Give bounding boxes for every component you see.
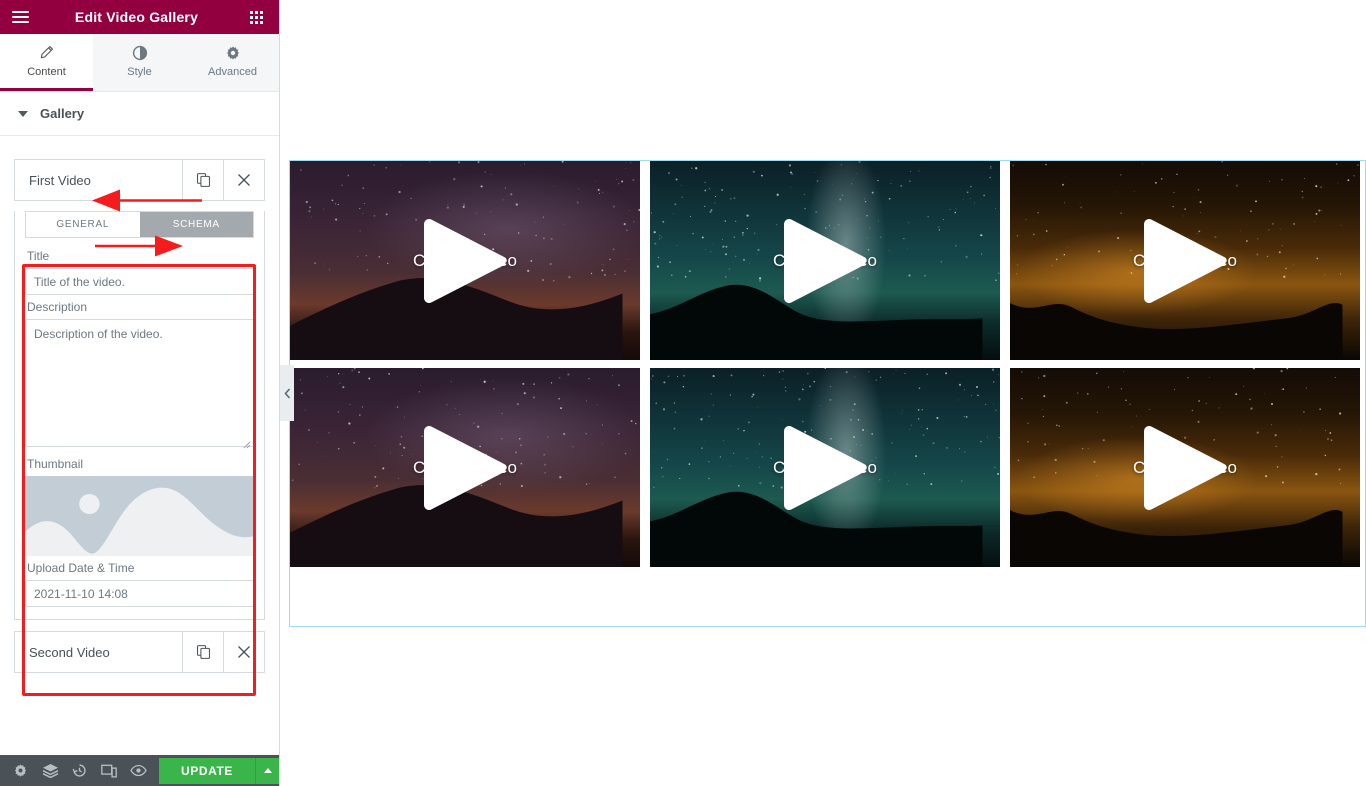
close-icon — [238, 174, 250, 186]
duplicate-icon — [196, 645, 210, 659]
caret-down-icon — [18, 110, 28, 117]
panel-footer: UPDATE — [0, 755, 279, 786]
subtab-schema-label: SCHEMA — [172, 219, 220, 230]
video-gallery-grid: Choose videoChoose videoChoose videoChoo… — [290, 161, 1366, 567]
video-thumbnail[interactable]: Choose video — [290, 368, 640, 567]
update-button-group: UPDATE — [158, 757, 279, 784]
remove-item-button[interactable] — [223, 160, 264, 200]
page-title: Edit Video Gallery — [74, 9, 199, 25]
tab-advanced-label: Advanced — [208, 66, 257, 78]
contrast-icon — [132, 44, 148, 61]
apps-grid-icon — [249, 10, 263, 24]
editor-panel: Edit Video Gallery Content Style Advance… — [0, 0, 280, 786]
apps-grid-button[interactable] — [233, 10, 279, 24]
hamburger-menu-button[interactable] — [0, 8, 40, 26]
elementor-editor-screen: Choose videoChoose videoChoose videoChoo… — [0, 0, 1366, 786]
play-icon[interactable] — [783, 218, 867, 304]
update-button[interactable]: UPDATE — [158, 757, 255, 784]
play-icon[interactable] — [1143, 218, 1227, 304]
navigator-layers-icon — [42, 763, 58, 778]
duplicate-item-button[interactable] — [182, 632, 223, 672]
panel-header: Edit Video Gallery — [0, 0, 279, 34]
settings-gear-icon — [15, 764, 27, 777]
tab-content-label: Content — [27, 66, 66, 78]
update-button-label: UPDATE — [180, 763, 233, 778]
image-placeholder-icon — [25, 476, 254, 556]
repeater-item-second-video[interactable]: Second Video — [14, 631, 265, 673]
remove-item-button[interactable] — [223, 632, 264, 672]
settings-gear-button[interactable] — [6, 755, 35, 786]
caret-up-icon — [263, 768, 272, 773]
section-gallery-header[interactable]: Gallery — [0, 92, 279, 136]
history-clock-icon — [72, 764, 86, 777]
duplicate-icon — [196, 173, 210, 187]
video-thumbnail[interactable]: Choose video — [290, 161, 640, 360]
section-gallery-label: Gallery — [40, 106, 85, 121]
video-thumbnail[interactable]: Choose video — [1010, 161, 1360, 360]
play-icon[interactable] — [423, 425, 507, 511]
description-wrapper: Description of the video. — [25, 319, 254, 452]
tab-advanced[interactable]: Advanced — [186, 34, 279, 91]
title-field-label: Title — [27, 249, 50, 263]
duplicate-item-button[interactable] — [182, 160, 223, 200]
panel-collapse-handle[interactable] — [280, 365, 294, 421]
close-icon — [238, 646, 250, 658]
gear-icon — [225, 44, 241, 61]
tab-style[interactable]: Style — [93, 34, 186, 91]
preview-canvas: Choose videoChoose videoChoose videoChoo… — [280, 0, 1366, 786]
tab-style-label: Style — [127, 66, 152, 78]
repeater-item-editor: GENERAL SCHEMA Title Description Descrip… — [14, 211, 265, 620]
chevron-left-icon — [283, 387, 290, 399]
tab-content[interactable]: Content — [0, 34, 93, 91]
repeater-item-title[interactable]: First Video — [15, 160, 182, 200]
play-icon[interactable] — [1143, 425, 1227, 511]
play-icon[interactable] — [783, 425, 867, 511]
responsive-mode-icon — [101, 764, 117, 778]
preview-button[interactable] — [124, 755, 153, 786]
panel-body: First Video GENERAL SCHEMA Title Title o… — [0, 136, 279, 755]
video-gallery-widget[interactable]: Choose videoChoose videoChoose videoChoo… — [289, 160, 1366, 627]
repeater-item-title[interactable]: Second Video — [15, 632, 182, 672]
update-options-button[interactable] — [255, 757, 279, 784]
thumbnail-placeholder[interactable] — [25, 476, 254, 556]
description-field-label: Description — [27, 300, 88, 314]
subtab-general-label: GENERAL — [56, 219, 110, 230]
hamburger-menu-icon — [11, 8, 29, 26]
history-button[interactable] — [65, 755, 94, 786]
upload-datetime-field-label: Upload Date & Time — [27, 561, 135, 575]
video-thumbnail[interactable]: Choose video — [650, 368, 1000, 567]
play-icon[interactable] — [423, 218, 507, 304]
preview-eye-icon — [129, 764, 147, 777]
description-textarea[interactable]: Description of the video. — [25, 319, 254, 447]
subtab-general[interactable]: GENERAL — [26, 212, 140, 237]
thumbnail-field-label: Thumbnail — [27, 457, 84, 471]
video-thumbnail[interactable]: Choose video — [650, 161, 1000, 360]
subtab-schema[interactable]: SCHEMA — [139, 212, 253, 237]
pencil-icon — [39, 44, 54, 61]
panel-tabs: Content Style Advanced — [0, 34, 279, 92]
responsive-mode-button[interactable] — [94, 755, 123, 786]
title-input[interactable] — [25, 268, 254, 295]
video-thumbnail[interactable]: Choose video — [1010, 368, 1360, 567]
repeater-item-first-video[interactable]: First Video — [14, 159, 265, 201]
schema-fields-group: Title Description Description of the vid… — [25, 244, 254, 611]
navigator-button[interactable] — [35, 755, 64, 786]
item-subtabs: GENERAL SCHEMA — [25, 211, 254, 238]
upload-datetime-input[interactable] — [25, 580, 254, 607]
